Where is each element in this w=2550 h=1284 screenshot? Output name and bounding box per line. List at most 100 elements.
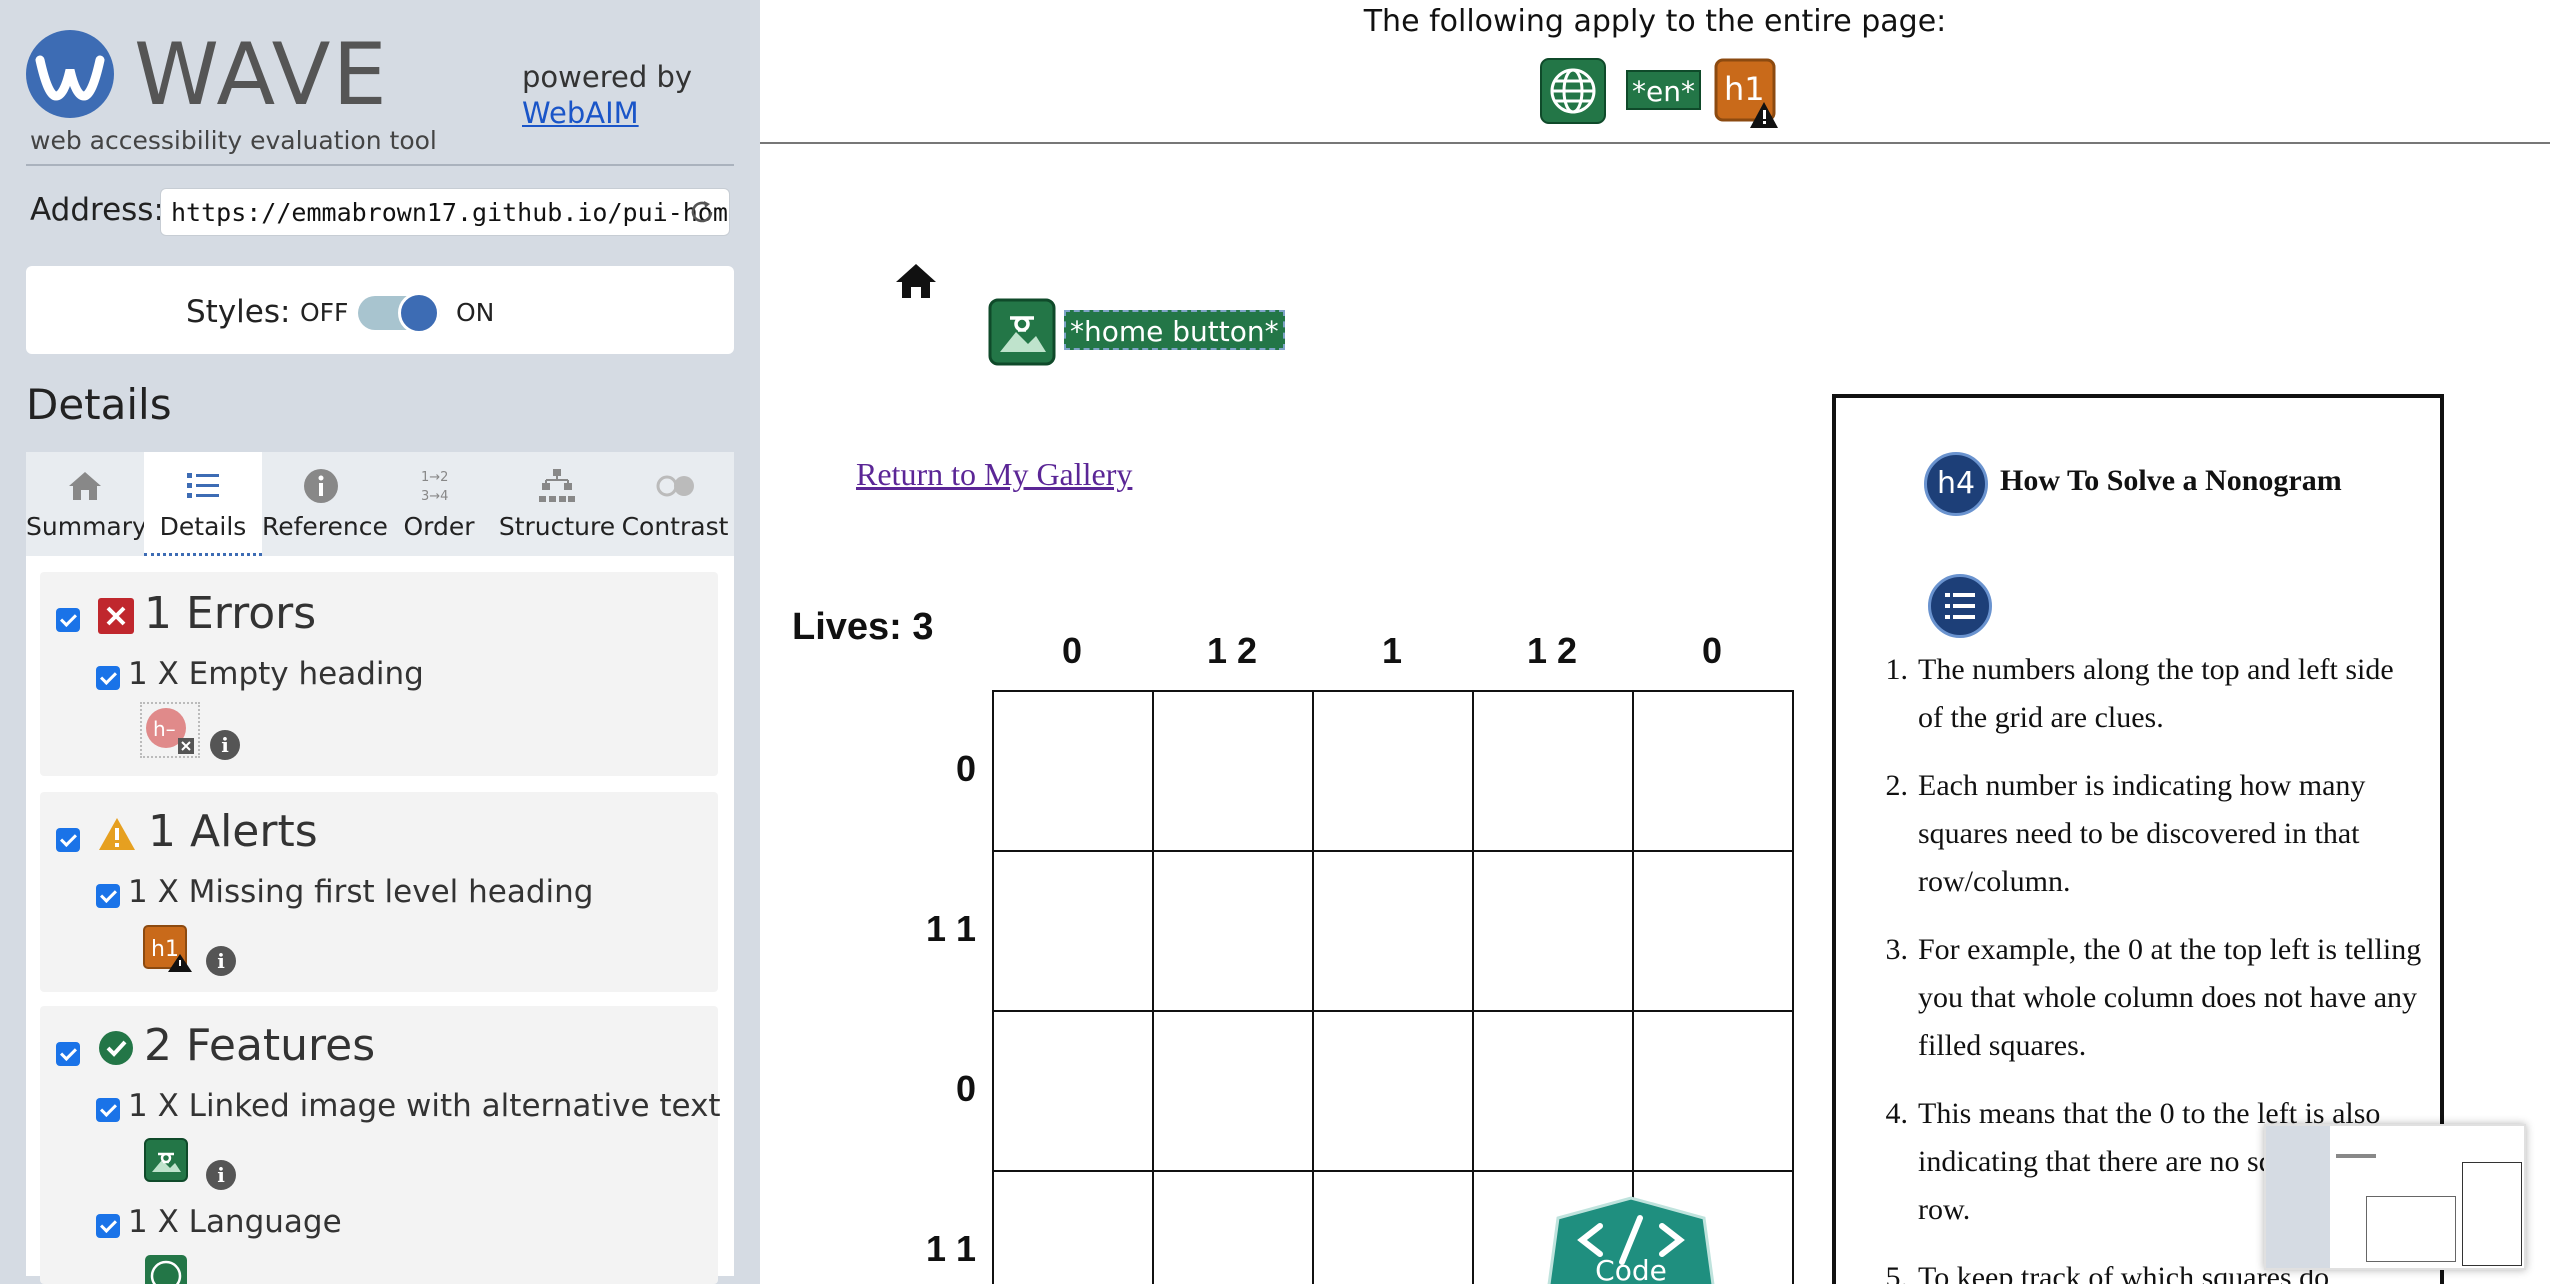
tab-summary[interactable]: Summary	[26, 452, 147, 556]
column-clue: 1	[1381, 630, 1403, 671]
h4-icon[interactable]: h4	[1924, 452, 1988, 516]
list-item: 2. Each number is indicating how many squ…	[1885, 769, 2366, 898]
tab-details[interactable]: Details	[144, 452, 262, 556]
grid-cell[interactable]	[994, 692, 1154, 852]
page-level-text: The following apply to the entire page:	[1363, 4, 1947, 39]
info-icon	[304, 469, 338, 503]
wave-logo-text: WAVE	[134, 25, 389, 125]
tab-order[interactable]: 1→2 3→4 Order	[380, 452, 498, 556]
page-preview: The following apply to the entire page: …	[760, 0, 2550, 1284]
styles-on-label: ON	[456, 298, 495, 327]
svg-text:h–: h–	[153, 717, 176, 741]
alert-icon	[99, 818, 135, 850]
linked-image-icon[interactable]	[988, 298, 1056, 366]
grid-cell[interactable]	[1634, 1012, 1794, 1172]
tab-label: Contrast	[621, 512, 729, 541]
grid-cell[interactable]	[994, 1012, 1154, 1172]
grid-cell[interactable]	[1154, 1172, 1314, 1284]
empty-heading-checkbox[interactable]	[96, 666, 120, 690]
grid-cell[interactable]	[1474, 692, 1634, 852]
wave-tagline: web accessibility evaluation tool	[30, 126, 437, 155]
home-icon[interactable]	[894, 262, 938, 300]
page-thumbnail-preview[interactable]	[2264, 1124, 2526, 1270]
list-item: 1. The numbers along the top and left sid…	[1885, 653, 2394, 734]
language-globe-icon[interactable]	[1540, 58, 1606, 124]
linked-image-icon[interactable]	[144, 1138, 188, 1182]
column-clue: 1 2	[1526, 630, 1578, 671]
info-icon[interactable]: i	[210, 730, 240, 760]
grid-cell[interactable]	[1314, 852, 1474, 1012]
language-en-badge[interactable]: *en*	[1626, 70, 1701, 110]
row-clue: 1 1	[925, 908, 976, 949]
tab-label: Order	[403, 512, 475, 541]
return-to-gallery-link[interactable]: Return to My Gallery	[856, 456, 1132, 493]
structure-icon	[539, 469, 575, 502]
grid-cell[interactable]	[994, 852, 1154, 1012]
address-input[interactable]: https://emmabrown17.github.io/pui-homewo…	[160, 188, 730, 236]
grid-cell[interactable]	[1314, 1172, 1474, 1284]
svg-text:3→4: 3→4	[421, 489, 448, 504]
tab-reference[interactable]: Reference	[262, 452, 388, 556]
grid-cell[interactable]	[1474, 1012, 1634, 1172]
list-item: 3. For example, the 0 at the top left is …	[1885, 933, 2422, 1062]
grid-cell[interactable]	[1154, 852, 1314, 1012]
reload-icon[interactable]	[688, 198, 716, 226]
language-item: 1 X Language	[128, 1204, 342, 1240]
styles-toggle-knob[interactable]	[398, 292, 440, 334]
h1-alert-icon[interactable]: h1	[142, 924, 194, 974]
grid-cell[interactable]	[1314, 1012, 1474, 1172]
h1-badge-label: h1	[1724, 70, 1765, 108]
lives-counter: Lives: 3	[792, 606, 934, 648]
info-icon[interactable]: i	[206, 946, 236, 976]
tab-label: Summary	[26, 512, 147, 541]
error-icon	[98, 598, 134, 634]
address-label: Address:	[30, 192, 164, 228]
code-button-label: Code	[1595, 1254, 1667, 1284]
language-icon[interactable]	[144, 1254, 188, 1284]
row-clue: 1 1	[925, 1228, 976, 1269]
grid-cell[interactable]	[994, 1172, 1154, 1284]
svg-text:1→2: 1→2	[421, 470, 448, 485]
linked-image-item: 1 X Linked image with alternative text	[128, 1088, 721, 1124]
tab-label: Details	[159, 512, 247, 541]
wave-sidebar: WAVE web accessibility evaluation tool p…	[0, 0, 760, 1284]
tab-label: Reference	[262, 512, 388, 541]
nonogram-grid	[992, 690, 1794, 1284]
h1-alert-badge[interactable]: h1	[1714, 58, 1780, 130]
grid-cell[interactable]	[1314, 692, 1474, 852]
row-clue: 0	[955, 1068, 976, 1109]
linked-image-checkbox[interactable]	[96, 1098, 120, 1122]
webaim-link[interactable]: WebAIM	[522, 96, 639, 130]
how-to-title: How To Solve a Nonogram	[2000, 464, 2342, 497]
language-checkbox[interactable]	[96, 1214, 120, 1238]
grid-cell[interactable]	[1634, 852, 1794, 1012]
house-icon	[69, 472, 101, 500]
home-button-alt-text[interactable]: *home button*	[1064, 310, 1285, 350]
ordered-list-icon[interactable]	[1928, 574, 1992, 638]
tab-contrast[interactable]: Contrast	[616, 452, 734, 556]
features-checkbox[interactable]	[56, 1042, 80, 1066]
errors-checkbox[interactable]	[56, 608, 80, 632]
tab-structure[interactable]: Structure	[498, 452, 616, 556]
row-clue: 0	[955, 748, 976, 789]
empty-heading-icon[interactable]: h–	[140, 702, 200, 758]
grid-cell[interactable]	[1474, 852, 1634, 1012]
missing-h1-checkbox[interactable]	[96, 884, 120, 908]
grid-cell[interactable]	[1154, 1012, 1314, 1172]
features-group	[40, 1006, 718, 1284]
empty-heading-item: 1 X Empty heading	[128, 656, 424, 692]
styles-label: Styles:	[186, 294, 291, 330]
alerts-title: 1 Alerts	[148, 806, 318, 857]
grid-cell[interactable]	[1634, 692, 1794, 852]
alerts-checkbox[interactable]	[56, 828, 80, 852]
column-clue: 0	[1701, 630, 1723, 671]
info-icon[interactable]: i	[206, 1160, 236, 1190]
list-icon	[187, 473, 219, 498]
features-title: 2 Features	[144, 1020, 376, 1071]
grid-cell[interactable]	[1154, 692, 1314, 852]
styles-off-label: OFF	[300, 298, 349, 327]
column-clue: 0	[1061, 630, 1083, 671]
tab-label: Structure	[498, 512, 616, 541]
code-button[interactable]: Code	[1538, 1196, 1724, 1284]
errors-title: 1 Errors	[144, 588, 317, 639]
